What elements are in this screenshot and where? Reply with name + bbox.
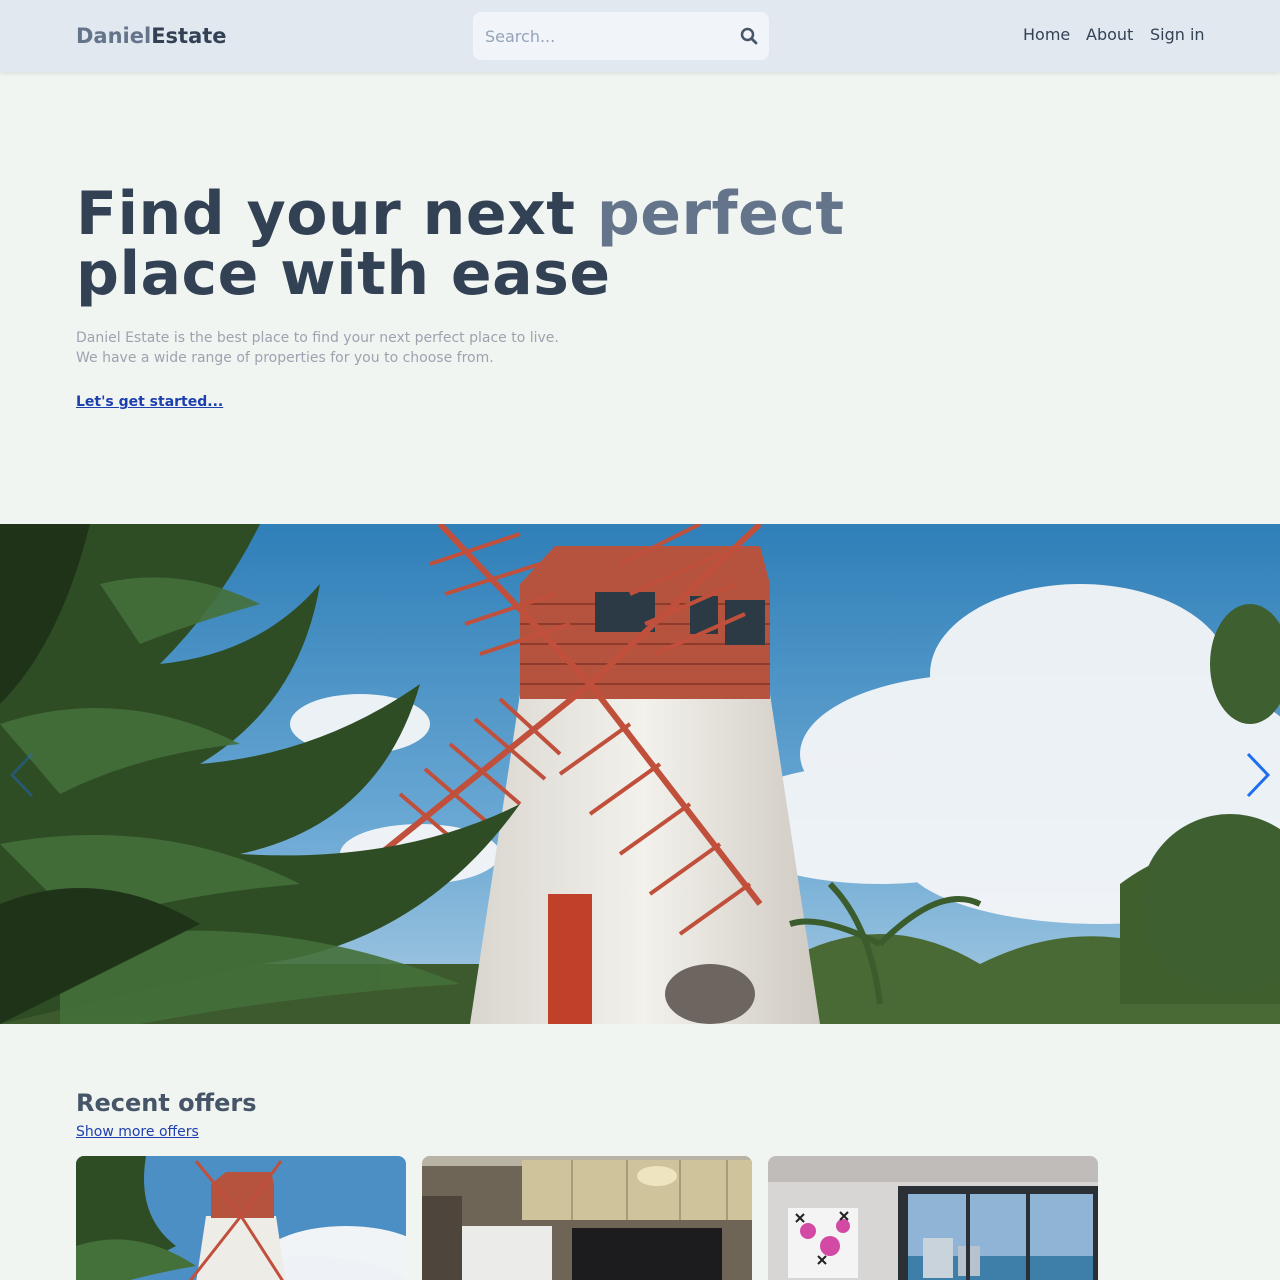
nav-signin-link[interactable]: Sign in <box>1150 25 1205 45</box>
hero-title: Find your next perfect place with ease <box>76 184 976 304</box>
get-started-link[interactable]: Let's get started... <box>76 393 223 411</box>
chevron-left-icon[interactable] <box>8 752 38 798</box>
recent-offers-title: Recent offers <box>76 1089 257 1117</box>
offer-card-windmill-photo <box>76 1156 406 1280</box>
site-header: DanielEstate Home About Sign in <box>0 0 1280 72</box>
logo-part-daniel[interactable]: Daniel <box>76 24 151 48</box>
offer-card-windmill[interactable] <box>76 1156 406 1280</box>
hero-title-part2: place with ease <box>76 239 611 309</box>
search-input[interactable] <box>473 12 723 60</box>
slider-windmill-photo <box>0 524 1280 1024</box>
hero-description-line2: We have a wide range of properties for y… <box>76 350 494 366</box>
hero-description-line1: Daniel Estate is the best place to find … <box>76 330 559 346</box>
site-logo[interactable]: DanielEstate <box>76 22 227 50</box>
show-more-offers-link[interactable]: Show more offers <box>76 1123 199 1141</box>
logo-part-estate[interactable]: Estate <box>151 24 226 48</box>
offer-card-bedroom[interactable] <box>768 1156 1098 1280</box>
slider-prev-arrow[interactable] <box>8 752 38 798</box>
search-icon[interactable] <box>739 26 759 46</box>
chevron-right-icon[interactable] <box>1242 752 1272 798</box>
hero-title-accent: perfect <box>596 179 845 249</box>
offer-card-kitchen[interactable] <box>422 1156 752 1280</box>
search-form <box>473 12 769 60</box>
hero-image-slider[interactable] <box>0 524 1280 1024</box>
nav-about-link[interactable]: About <box>1086 25 1133 45</box>
offer-card-kitchen-photo <box>422 1156 752 1280</box>
nav-home-link[interactable]: Home <box>1023 25 1070 45</box>
offer-card-bedroom-photo <box>768 1156 1098 1280</box>
slider-next-arrow[interactable] <box>1242 752 1272 798</box>
hero-description: Daniel Estate is the best place to find … <box>76 328 559 368</box>
